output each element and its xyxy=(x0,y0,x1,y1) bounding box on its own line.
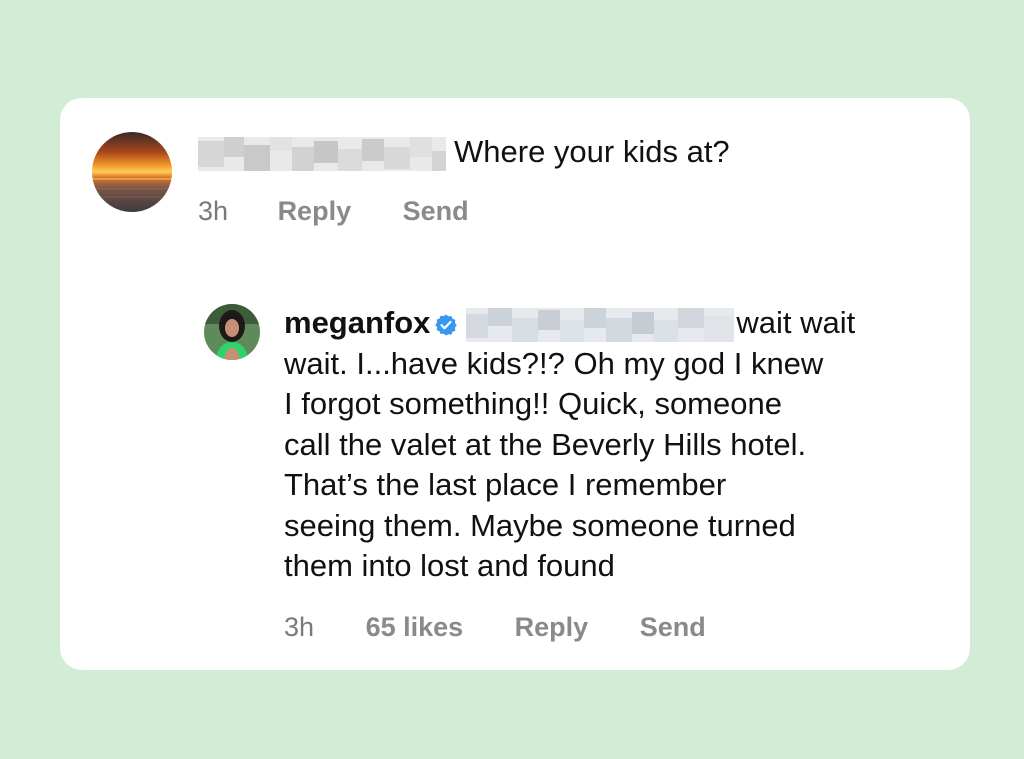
reply-timestamp: 3h xyxy=(284,612,315,642)
blurred-mention xyxy=(198,136,446,171)
commenter-avatar[interactable] xyxy=(92,132,172,212)
sunset-avatar-image xyxy=(92,132,172,212)
reply-text-line: I forgot something!! Quick, someone xyxy=(284,386,782,421)
reply-text-line: wait wait xyxy=(736,305,856,340)
verified-badge-icon xyxy=(434,313,458,337)
comment-text: Where your kids at? xyxy=(454,134,730,169)
blurred-mention xyxy=(466,307,735,342)
reply-text-line: them into lost and found xyxy=(284,548,615,583)
reply-text-line: wait. I...have kids?!? Oh my god I knew xyxy=(284,345,824,381)
reply-avatar[interactable] xyxy=(204,304,260,360)
comment-row: Where your kids at? xyxy=(198,132,730,172)
reply-reply-button[interactable]: Reply xyxy=(515,611,589,643)
reply-body: meganfox wait wait wait. I...have kids?!… xyxy=(284,303,964,587)
comment-send-button[interactable]: Send xyxy=(403,195,469,227)
reply-text-line: seeing them. Maybe someone turned xyxy=(284,507,796,543)
reply-first-line: meganfox wait wait xyxy=(284,303,964,344)
reply-text-line: call the valet at the Beverly Hills hote… xyxy=(284,426,807,462)
comment-reply-button[interactable]: Reply xyxy=(278,195,352,227)
reply-text-line: That’s the last place I remember xyxy=(284,467,727,502)
profile-photo-image xyxy=(204,304,260,360)
comment-card: Where your kids at? 3h Reply Send meganf… xyxy=(60,98,970,670)
reply-meta: 3h 65 likes Reply Send xyxy=(284,611,706,643)
comment-meta: 3h Reply Send xyxy=(198,195,469,227)
reply-send-button[interactable]: Send xyxy=(640,611,706,643)
comment-timestamp: 3h xyxy=(198,196,229,226)
reply-likes-count[interactable]: 65 likes xyxy=(366,611,464,643)
reply-username[interactable]: meganfox xyxy=(284,305,430,340)
